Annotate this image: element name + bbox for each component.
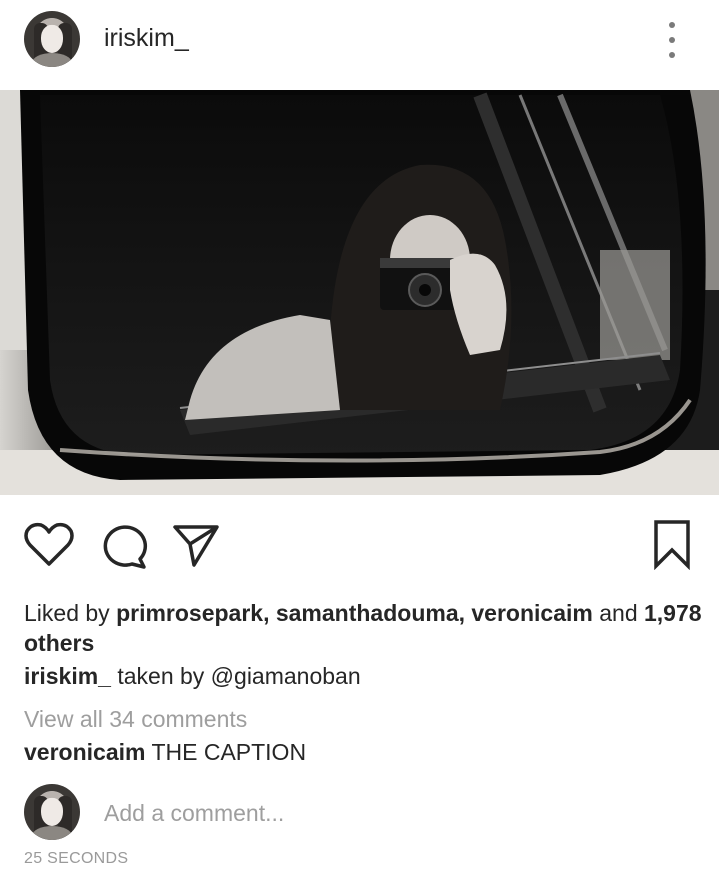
post-timestamp: 25 SECONDS: [24, 850, 129, 867]
mirror-photo: [0, 90, 719, 495]
bookmark-icon[interactable]: [652, 518, 692, 570]
comment-username[interactable]: veronicaim: [24, 739, 145, 765]
caption-username[interactable]: iriskim_: [24, 663, 111, 689]
add-comment-input[interactable]: [104, 797, 604, 829]
likes-prefix: Liked by: [24, 600, 110, 626]
view-all-comments-link[interactable]: View all 34 comments: [24, 704, 247, 734]
post-image[interactable]: [0, 90, 719, 495]
comment-text: THE CAPTION: [151, 739, 307, 765]
likes-connector: and: [599, 600, 638, 626]
comment-icon[interactable]: [100, 523, 148, 569]
post-header: iriskim_: [0, 0, 719, 90]
comment-item: veronicaim THE CAPTION: [24, 737, 306, 767]
add-comment-row: [0, 782, 719, 842]
current-user-avatar: [24, 784, 80, 840]
author-avatar[interactable]: [24, 11, 80, 67]
more-vertical-icon[interactable]: [662, 22, 682, 58]
paper-plane-icon[interactable]: [172, 522, 220, 568]
liked-by-users[interactable]: primrosepark, samanthadouma, veronicaim: [116, 600, 593, 626]
heart-icon[interactable]: [24, 522, 74, 568]
likes-summary: Liked by primrosepark, samanthadouma, ve…: [24, 598, 704, 658]
action-bar: [0, 510, 719, 580]
caption-text: taken by @giamanoban: [117, 663, 361, 689]
author-username[interactable]: iriskim_: [104, 24, 189, 53]
post-caption: iriskim_ taken by @giamanoban: [24, 661, 361, 691]
